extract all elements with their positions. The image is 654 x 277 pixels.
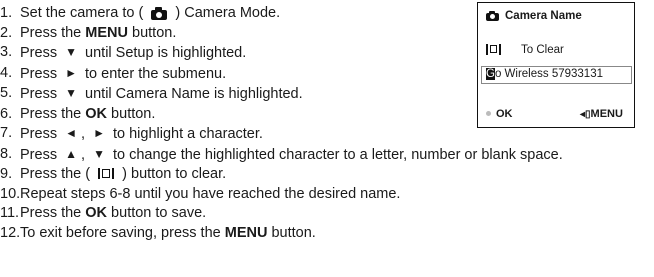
step-text: Press the [20, 24, 86, 41]
step-number: 1. [0, 5, 13, 21]
step-number: 2. [0, 24, 13, 41]
right-arrow-icon: ► [65, 65, 77, 80]
camera-icon [151, 7, 168, 20]
camera-icon [486, 11, 499, 21]
ok-dot-icon [486, 111, 491, 116]
ok-button-label: OK [85, 205, 108, 221]
step-text: button to save. [107, 205, 207, 221]
step-text: to enter the submenu. [85, 65, 227, 82]
step-text: button. [107, 105, 156, 122]
step-number: 7. [0, 125, 13, 141]
step-number: 4. [0, 64, 13, 81]
menu-hint: ◂▯MENU [580, 108, 623, 120]
step-text: button. [127, 24, 177, 41]
camera-name-text: o Wireless 57933131 [494, 68, 603, 80]
step-text: until Camera Name is highlighted. [85, 86, 303, 102]
down-arrow-icon: ▼ [65, 45, 77, 59]
step-text: Press [20, 65, 58, 82]
right-arrow-icon: ► [93, 126, 105, 140]
ok-button-label: OK [85, 105, 108, 122]
step-number: 3. [0, 44, 13, 60]
step-11: 11. Press the OK button to save. [0, 204, 654, 224]
step-number: 8. [0, 145, 13, 162]
clear-hint-label: To Clear [521, 44, 564, 56]
step-number: 12. [0, 224, 21, 241]
separator: , [81, 126, 86, 142]
ok-hint: OK [486, 108, 513, 120]
step-number: 10. [0, 185, 21, 202]
step-number: 6. [0, 105, 13, 122]
step-number: 5. [0, 85, 13, 101]
step-text: ) button to clear. [122, 166, 227, 182]
camera-name-field[interactable]: Go Wireless 57933131 [481, 66, 632, 84]
step-text: Press the [20, 205, 86, 221]
step-text: ) Camera Mode. [175, 5, 281, 21]
down-arrow-icon: ▼ [65, 86, 77, 100]
menu-button-label: MENU [85, 24, 128, 41]
menu-label: MENU [590, 108, 623, 120]
left-arrow-icon: ◄ [65, 126, 77, 140]
step-text: Press [20, 146, 58, 163]
step-text: until Setup is highlighted. [85, 45, 247, 61]
up-arrow-icon: ▲ [65, 146, 77, 161]
step-text: To exit before saving, press the [20, 224, 225, 241]
step-text: Press [20, 126, 58, 142]
step-text: Repeat steps 6-8 until you have reached … [20, 185, 401, 202]
clear-icon [486, 44, 501, 55]
down-arrow-icon: ▼ [93, 146, 105, 161]
clear-icon [98, 168, 115, 179]
step-number: 11. [0, 205, 20, 221]
exit-arrow-icon: ◂▯ [580, 109, 591, 120]
separator: , [81, 146, 86, 163]
step-8: 8. Press ▲, ▼ to change the highlighted … [0, 145, 654, 166]
step-text: to highlight a character. [112, 126, 263, 142]
step-text: Press [20, 86, 58, 102]
step-12: 12. To exit before saving, press the MEN… [0, 224, 654, 244]
step-number: 9. [0, 166, 13, 182]
screen-header: Camera Name [486, 10, 582, 22]
step-text: Press the ( [20, 166, 91, 182]
step-text: Press the [20, 105, 86, 122]
screen-title: Camera Name [505, 10, 582, 22]
ok-label: OK [496, 108, 513, 120]
step-text: Press [20, 45, 58, 61]
camera-name-screen: Camera Name To Clear Go Wireless 5793313… [477, 2, 635, 128]
step-text: button. [267, 224, 316, 241]
step-9: 9. Press the ( ) button to clear. [0, 165, 654, 185]
clear-hint: To Clear [486, 44, 564, 56]
step-text: to change the highlighted character to a… [112, 146, 563, 163]
step-text: Set the camera to ( [20, 5, 144, 21]
step-10: 10. Repeat steps 6-8 until you have reac… [0, 185, 654, 205]
highlighted-character: G [486, 68, 495, 80]
menu-button-label: MENU [224, 224, 268, 241]
